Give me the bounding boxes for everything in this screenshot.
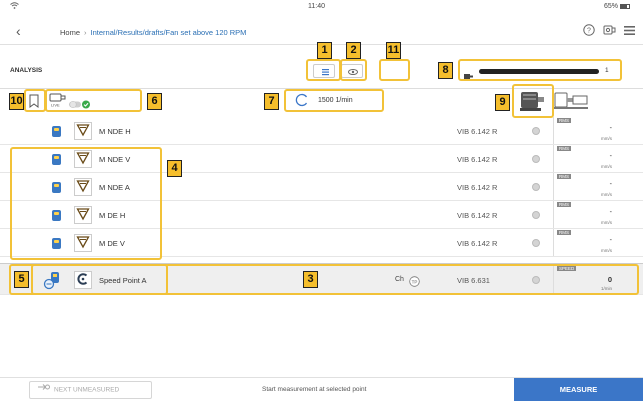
train-view-button[interactable]	[552, 88, 592, 114]
battery-level: 65%	[604, 3, 630, 10]
sensor-model: VIB 6.142 R	[457, 155, 498, 164]
measured-value: -	[609, 181, 612, 188]
measured-value: -	[609, 125, 612, 132]
callout-box-1	[306, 59, 341, 81]
callout-number-4: 4	[167, 160, 182, 177]
value-unit: mm/s	[601, 136, 612, 141]
breadcrumb-path[interactable]: Internal/Results/drafts/Fan set above 12…	[91, 28, 247, 37]
next-arrow-icon	[38, 382, 50, 398]
next-unmeasured-button[interactable]: NEXT UNMEASURED	[29, 381, 152, 399]
callout-number-8: 8	[438, 62, 453, 79]
sensor-icon	[52, 126, 61, 137]
point-name: M NDE H	[99, 127, 131, 136]
callout-number-5: 5	[14, 271, 29, 288]
menu-icon[interactable]	[624, 24, 635, 39]
callout-number-9: 9	[495, 94, 510, 111]
status-dot	[532, 183, 540, 191]
callout-box-7	[284, 89, 384, 112]
help-icon[interactable]: ?	[583, 24, 595, 39]
instruction-text: Start measurement at selected point	[262, 386, 367, 393]
status-bar: 11:40 65%	[0, 0, 643, 13]
wifi-icon	[10, 2, 19, 11]
svg-text:?: ?	[587, 28, 591, 35]
measure-button[interactable]: MEASURE	[514, 378, 643, 401]
callout-box-5-inner	[31, 264, 168, 295]
measure-tag: RMS	[557, 174, 571, 179]
value-unit: mm/s	[601, 192, 612, 197]
callout-box-2	[340, 59, 367, 81]
sensor-model: VIB 6.142 R	[457, 127, 498, 136]
callout-box-11	[379, 59, 410, 81]
battery-icon	[619, 3, 630, 9]
status-dot	[532, 155, 540, 163]
measure-tag: RMS	[557, 202, 571, 207]
clock: 11:40	[308, 3, 325, 10]
status-dot	[532, 127, 540, 135]
callout-box-9	[512, 84, 554, 118]
callout-number-11: 11	[386, 42, 401, 59]
measurement-row[interactable]: M NDE H VIB 6.142 R RMS - mm/s	[0, 117, 643, 145]
back-chevron-icon[interactable]: ‹	[16, 23, 21, 39]
callout-box-6	[45, 89, 142, 112]
sensor-model: VIB 6.142 R	[457, 183, 498, 192]
measure-tag: RMS	[557, 230, 571, 235]
value-unit: mm/s	[601, 248, 612, 253]
divider	[553, 117, 554, 144]
battery-percent: 65%	[604, 3, 619, 10]
measure-tag: RMS	[557, 118, 571, 123]
callout-box-4	[10, 147, 162, 260]
divider	[553, 201, 554, 228]
device-icon[interactable]	[603, 24, 616, 39]
breadcrumb-separator: ›	[84, 28, 87, 37]
breadcrumb-home[interactable]: Home	[60, 28, 80, 37]
callout-number-10: 10	[9, 93, 24, 110]
status-dot	[532, 211, 540, 219]
sensor-model: VIB 6.142 R	[457, 211, 498, 220]
callout-number-3: 3	[303, 271, 318, 288]
divider	[553, 145, 554, 172]
next-unmeasured-label: NEXT UNMEASURED	[54, 386, 120, 394]
sensor-model: VIB 6.142 R	[457, 239, 498, 248]
divider	[553, 173, 554, 200]
bottom-bar: NEXT UNMEASURED Start measurement at sel…	[0, 377, 643, 401]
callout-number-1: 1	[317, 42, 332, 59]
status-dot	[532, 239, 540, 247]
callout-number-7: 7	[264, 93, 279, 110]
triangle-v-icon	[74, 122, 92, 140]
callout-box-8	[458, 59, 622, 81]
callout-box-10	[24, 89, 46, 112]
callout-number-6: 6	[147, 93, 162, 110]
measured-value: -	[609, 153, 612, 160]
breadcrumb: Home › Internal/Results/drafts/Fan set abo…	[60, 28, 246, 37]
value-unit: mm/s	[601, 220, 612, 225]
analysis-screen: 11:40 65% ‹ Home › Internal/Results/drafts…	[0, 0, 643, 401]
measured-value: -	[609, 237, 612, 244]
measured-value: -	[609, 209, 612, 216]
machine-train-icon	[554, 92, 588, 109]
value-unit: mm/s	[601, 164, 612, 169]
divider	[553, 229, 554, 256]
callout-number-2: 2	[346, 42, 361, 59]
measure-tag: RMS	[557, 146, 571, 151]
analysis-title: ANALYSIS	[10, 67, 43, 74]
